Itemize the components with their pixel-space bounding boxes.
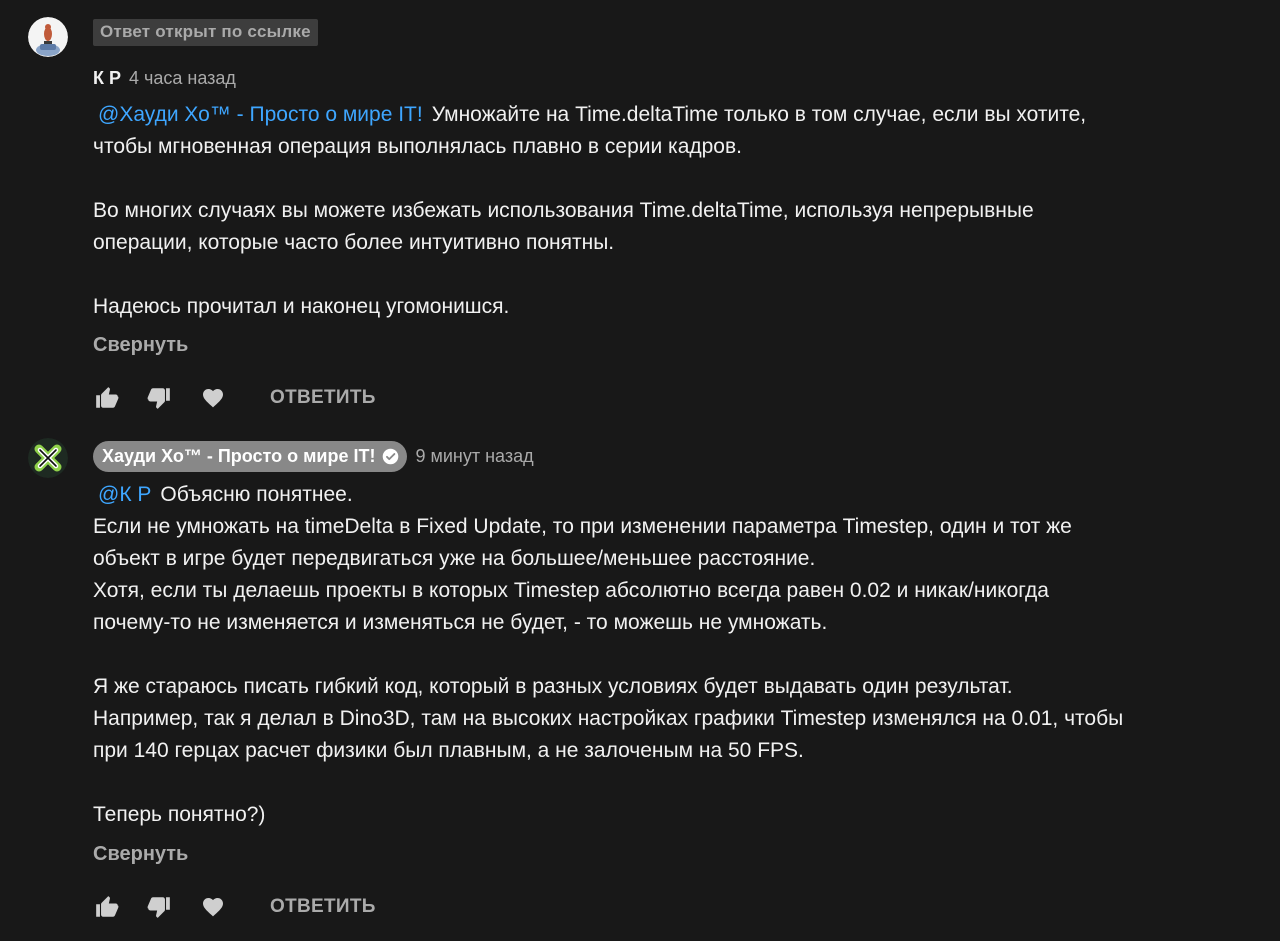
thumbs-up-icon[interactable] bbox=[93, 893, 121, 921]
comment-time[interactable]: 4 часа назад bbox=[129, 68, 236, 89]
avatar-haudi-ho[interactable] bbox=[28, 438, 68, 478]
collapse-button[interactable]: Свернуть bbox=[93, 334, 188, 356]
comment-author: Хауди Хо™ - Просто о мире IT! bbox=[102, 446, 376, 466]
comment-thread: Ответ открыт по ссылке К Р 4 часа назад … bbox=[0, 0, 1280, 941]
comment-actions: ОТВЕТИТЬ bbox=[93, 887, 1260, 927]
comment-text: @Хауди Хо™ - Просто о мире IT! Умножайте … bbox=[93, 103, 1087, 318]
reply-button[interactable]: ОТВЕТИТЬ bbox=[270, 387, 376, 409]
avatar-kr[interactable] bbox=[28, 17, 68, 57]
verified-check-icon bbox=[383, 448, 399, 465]
thumbs-up-icon[interactable] bbox=[93, 384, 121, 412]
heart-icon[interactable] bbox=[199, 893, 227, 921]
collapse-button[interactable]: Свернуть bbox=[93, 843, 188, 865]
thumbs-down-icon[interactable] bbox=[145, 893, 173, 921]
thumbs-down-icon[interactable] bbox=[145, 384, 173, 412]
comment-author[interactable]: К Р bbox=[93, 68, 121, 89]
comment-time[interactable]: 9 минут назад bbox=[415, 446, 533, 467]
mention-link[interactable]: @К Р bbox=[98, 483, 151, 506]
comment-text: @К Р Объясню понятнее. Если не умножать н… bbox=[93, 483, 1124, 826]
linked-reply-badge: Ответ открыт по ссылке bbox=[93, 19, 318, 46]
heart-icon[interactable] bbox=[199, 384, 227, 412]
author-chip[interactable]: Хауди Хо™ - Просто о мире IT! bbox=[93, 441, 408, 472]
mention-link[interactable]: @Хауди Хо™ - Просто о мире IT! bbox=[98, 103, 423, 126]
reply-button[interactable]: ОТВЕТИТЬ bbox=[270, 896, 376, 918]
comment-actions: ОТВЕТИТЬ bbox=[93, 378, 1260, 418]
